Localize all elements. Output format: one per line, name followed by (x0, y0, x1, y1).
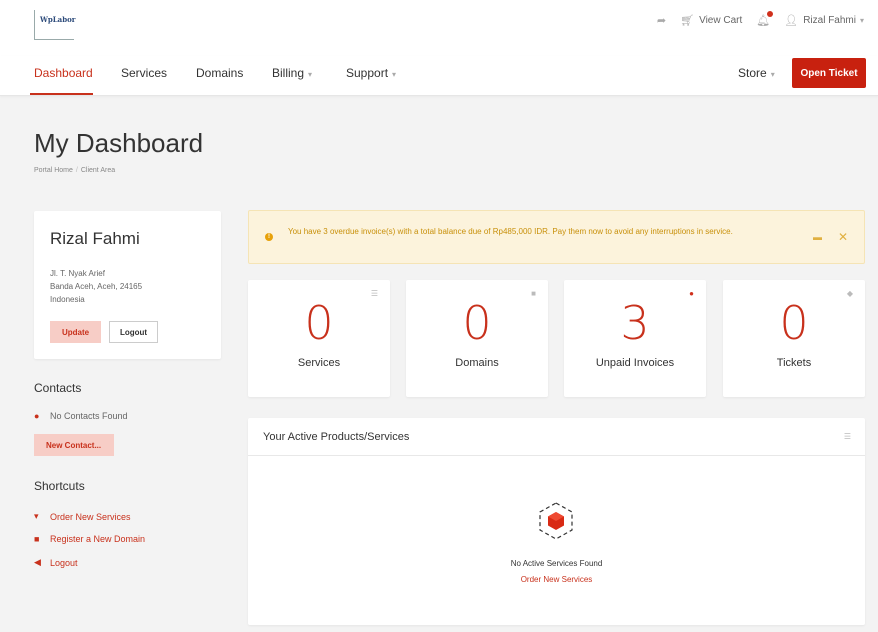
shortcut-logout[interactable]: ◀ Logout (34, 557, 78, 568)
share-icon[interactable]: ➦ (657, 14, 666, 27)
shortcut-order-services[interactable]: ▾ Order New Services (34, 511, 131, 522)
no-contacts: ● No Contacts Found (34, 411, 128, 421)
nav-domains[interactable]: Domains (196, 66, 243, 80)
arrow-left-icon: ◀ (34, 557, 41, 567)
stat-label: Services (297, 357, 341, 369)
shortcut-label: Order New Services (50, 511, 131, 522)
main-nav: Dashboard Services Domains Billing ▾ Supp… (0, 56, 878, 96)
logo[interactable]: WpLabor (34, 10, 76, 40)
chevron-down-icon: ▾ (770, 70, 775, 79)
stat-value: 0 (462, 296, 492, 350)
breadcrumb: Portal Home / Client Area (34, 167, 116, 174)
address-line: Jl. T. Nyak Arief (50, 269, 105, 278)
stat-services[interactable]: ☰ 0 Services (248, 280, 390, 397)
stat-label: Domains (455, 357, 499, 369)
new-contact-button[interactable]: New Contact... (34, 434, 114, 456)
stat-value: 0 (304, 296, 334, 350)
breadcrumb-client-area: Client Area (80, 167, 116, 174)
notification-badge (767, 11, 774, 17)
nav-services[interactable]: Services (121, 66, 167, 80)
nav-dashboard[interactable]: Dashboard (34, 66, 93, 80)
breadcrumb-portal-home[interactable]: Portal Home (34, 167, 73, 174)
chevron-down-icon: ▾ (859, 16, 864, 25)
shortcut-label: Register a New Domain (50, 534, 146, 544)
profile-card: Rizal Fahmi Jl. T. Nyak Arief Banda Aceh… (34, 211, 221, 359)
stat-label: Tickets (776, 357, 812, 369)
address-line: Banda Aceh, Aceh, 24165 (50, 282, 143, 291)
warning-icon: ! (265, 233, 273, 241)
close-icon[interactable]: ✕ (838, 230, 848, 244)
contacts-title: Contacts (34, 381, 82, 395)
user-icon: ● (34, 411, 40, 421)
profile-address: Jl. T. Nyak Arief Banda Aceh, Aceh, 2416… (50, 267, 142, 306)
panel-title: Your Active Products/Services (263, 431, 410, 443)
stat-tickets[interactable]: ◆ 0 Tickets (723, 280, 865, 397)
logo-text: WpLabor (40, 15, 76, 24)
nav-billing[interactable]: Billing ▾ (272, 66, 312, 80)
cubes-icon: ☰ (843, 432, 851, 441)
nav-store-label: Store (738, 66, 767, 80)
stat-domains[interactable]: ■ 0 Domains (406, 280, 548, 397)
view-cart-link[interactable]: View Cart (699, 15, 742, 26)
shortcut-label: Logout (50, 557, 78, 568)
overdue-alert: ! You have 3 overdue invoice(s) with a t… (248, 210, 865, 264)
credit-card-icon[interactable]: ▬ (813, 232, 822, 242)
active-products-panel: Your Active Products/Services ☰ No Activ… (248, 418, 865, 625)
order-new-services-link[interactable]: Order New Services (248, 575, 865, 584)
stat-value: 3 (620, 296, 650, 350)
notifications-button[interactable]: 🔔︎ (756, 11, 774, 27)
logout-button[interactable]: Logout (109, 321, 158, 343)
empty-box-icon (539, 502, 573, 540)
active-tab-indicator (30, 93, 93, 95)
open-ticket-button[interactable]: Open Ticket (792, 58, 866, 88)
shortcuts-title: Shortcuts (34, 479, 85, 493)
no-contacts-text: No Contacts Found (50, 411, 128, 421)
user-icon: 👤︎ (784, 15, 799, 27)
stat-value: 0 (779, 296, 809, 350)
chevron-down-icon: ▾ (308, 70, 313, 79)
update-button[interactable]: Update (50, 321, 101, 343)
shortcut-register-domain[interactable]: ■ Register a New Domain (34, 534, 145, 544)
address-line: Indonesia (50, 295, 85, 304)
user-menu[interactable]: Rizal Fahmi (803, 15, 856, 26)
stat-unpaid-invoices[interactable]: ● 3 Unpaid Invoices (564, 280, 706, 397)
page-title: My Dashboard (34, 128, 204, 158)
nav-billing-label: Billing (272, 66, 305, 80)
tag-icon: ■ (34, 534, 40, 544)
chevron-down-icon: ▾ (392, 70, 397, 79)
empty-state-text: No Active Services Found (510, 559, 603, 568)
nav-store[interactable]: Store ▾ (738, 66, 775, 80)
top-bar: WpLabor ➦ 🛒︎ View Cart 🔔︎ 👤︎ Rizal Fahmi… (0, 0, 878, 56)
nav-support-label: Support (346, 66, 389, 80)
top-right-menu: ➦ 🛒︎ View Cart 🔔︎ 👤︎ Rizal Fahmi ▾ (657, 11, 864, 27)
panel-header: Your Active Products/Services ☰ (248, 418, 865, 456)
nav-support[interactable]: Support ▾ (346, 66, 396, 80)
cart-icon[interactable]: 🛒︎ (680, 14, 694, 27)
alert-message: You have 3 overdue invoice(s) with a tot… (288, 227, 733, 236)
profile-name: Rizal Fahmi (50, 229, 140, 248)
cart-icon: ▾ (34, 511, 39, 521)
stat-label: Unpaid Invoices (595, 357, 675, 369)
